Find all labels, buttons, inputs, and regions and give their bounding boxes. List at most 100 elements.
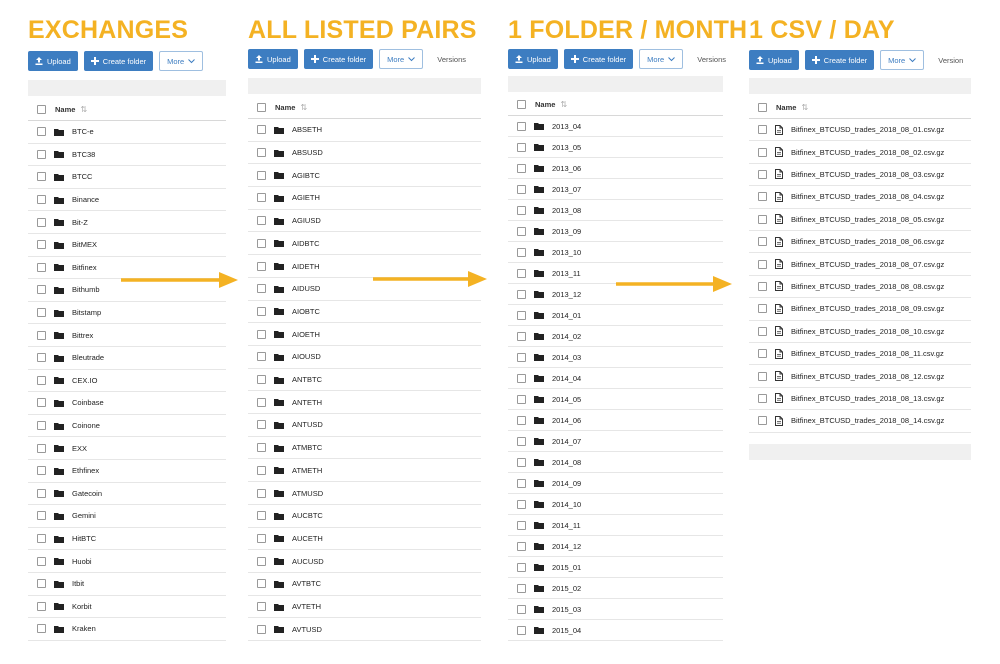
row-checkbox[interactable] bbox=[517, 331, 526, 341]
item-name[interactable]: Bitstamp bbox=[72, 308, 101, 317]
row-checkbox[interactable] bbox=[517, 604, 526, 614]
list-item[interactable]: 2013_08 bbox=[508, 200, 723, 221]
row-checkbox[interactable] bbox=[37, 443, 46, 453]
row-checkbox[interactable] bbox=[517, 226, 526, 236]
row-checkbox[interactable] bbox=[257, 284, 266, 294]
row-checkbox[interactable] bbox=[37, 488, 46, 498]
list-item[interactable]: Coinbase bbox=[28, 392, 226, 415]
list-item[interactable]: 2015_02 bbox=[508, 578, 723, 599]
item-name[interactable]: 2014_04 bbox=[552, 374, 581, 383]
list-item[interactable]: 2013_07 bbox=[508, 179, 723, 200]
versions-link[interactable]: Versions bbox=[437, 55, 466, 64]
item-name[interactable]: 2013_10 bbox=[552, 248, 581, 257]
list-item[interactable]: 2013_05 bbox=[508, 137, 723, 158]
create-folder-button[interactable]: Create folder bbox=[83, 51, 154, 71]
versions-link[interactable]: Version bbox=[938, 56, 963, 65]
sort-icon[interactable]: ⇅ bbox=[560, 100, 567, 109]
item-name[interactable]: ANTUSD bbox=[292, 420, 323, 429]
item-name[interactable]: Bitfinex_BTCUSD_trades_2018_08_01.csv.gz bbox=[791, 125, 944, 134]
row-checkbox[interactable] bbox=[758, 416, 767, 426]
row-checkbox[interactable] bbox=[517, 583, 526, 593]
item-name[interactable]: Binance bbox=[72, 195, 99, 204]
item-name[interactable]: 2013_12 bbox=[552, 290, 581, 299]
row-checkbox[interactable] bbox=[37, 217, 46, 227]
item-name[interactable]: Coinbase bbox=[72, 398, 104, 407]
item-name[interactable]: ANTBTC bbox=[292, 375, 322, 384]
row-checkbox[interactable] bbox=[257, 193, 266, 203]
list-item[interactable]: Bitfinex_BTCUSD_trades_2018_08_11.csv.gz bbox=[749, 343, 971, 366]
row-checkbox[interactable] bbox=[37, 556, 46, 566]
list-item[interactable]: Bitfinex_BTCUSD_trades_2018_08_04.csv.gz bbox=[749, 186, 971, 209]
list-item[interactable]: ABSETH bbox=[248, 119, 481, 142]
list-item[interactable]: Bitfinex_BTCUSD_trades_2018_08_07.csv.gz bbox=[749, 253, 971, 276]
item-name[interactable]: AIDBTC bbox=[292, 239, 320, 248]
list-item[interactable]: AVTBTC bbox=[248, 573, 481, 596]
list-item[interactable]: Korbit bbox=[28, 596, 226, 619]
item-name[interactable]: 2014_10 bbox=[552, 500, 581, 509]
row-checkbox[interactable] bbox=[517, 562, 526, 572]
list-item[interactable]: ANTBTC bbox=[248, 369, 481, 392]
row-checkbox[interactable] bbox=[517, 163, 526, 173]
item-name[interactable]: ATMUSD bbox=[292, 489, 323, 498]
item-name[interactable]: Bleutrade bbox=[72, 353, 104, 362]
row-checkbox[interactable] bbox=[257, 397, 266, 407]
row-checkbox[interactable] bbox=[37, 330, 46, 340]
row-checkbox[interactable] bbox=[257, 329, 266, 339]
item-name[interactable]: AVTETH bbox=[292, 602, 321, 611]
list-item[interactable]: AIOETH bbox=[248, 323, 481, 346]
list-item[interactable]: Bitfinex_BTCUSD_trades_2018_08_14.csv.gz bbox=[749, 410, 971, 433]
item-name[interactable]: 2014_08 bbox=[552, 458, 581, 467]
item-name[interactable]: Bitfinex_BTCUSD_trades_2018_08_09.csv.gz bbox=[791, 304, 944, 313]
row-checkbox[interactable] bbox=[517, 520, 526, 530]
sort-icon[interactable]: ⇅ bbox=[80, 105, 87, 114]
row-checkbox[interactable] bbox=[257, 602, 266, 612]
item-name[interactable]: AGIBTC bbox=[292, 171, 320, 180]
item-name[interactable]: 2015_01 bbox=[552, 563, 581, 572]
row-checkbox[interactable] bbox=[257, 375, 266, 385]
row-checkbox[interactable] bbox=[758, 192, 767, 202]
item-name[interactable]: AVTBTC bbox=[292, 579, 321, 588]
row-checkbox[interactable] bbox=[257, 216, 266, 226]
list-item[interactable]: Bitfinex_BTCUSD_trades_2018_08_12.csv.gz bbox=[749, 365, 971, 388]
item-name[interactable]: AIDETH bbox=[292, 262, 320, 271]
list-item[interactable]: AGIUSD bbox=[248, 210, 481, 233]
list-item[interactable]: 2014_03 bbox=[508, 347, 723, 368]
more-button[interactable]: More bbox=[880, 50, 925, 70]
row-checkbox[interactable] bbox=[37, 601, 46, 611]
item-name[interactable]: Bitfinex_BTCUSD_trades_2018_08_08.csv.gz bbox=[791, 282, 944, 291]
item-name[interactable]: Bitfinex_BTCUSD_trades_2018_08_02.csv.gz bbox=[791, 148, 944, 157]
list-item[interactable]: Bitfinex_BTCUSD_trades_2018_08_05.csv.gz bbox=[749, 209, 971, 231]
list-item[interactable]: ATMETH bbox=[248, 460, 481, 483]
row-checkbox[interactable] bbox=[758, 393, 767, 403]
row-checkbox[interactable] bbox=[257, 420, 266, 430]
item-name[interactable]: 2014_05 bbox=[552, 395, 581, 404]
item-name[interactable]: AIOBTC bbox=[292, 307, 320, 316]
more-button[interactable]: More bbox=[379, 49, 424, 69]
row-checkbox[interactable] bbox=[37, 195, 46, 205]
row-checkbox[interactable] bbox=[37, 466, 46, 476]
row-checkbox[interactable] bbox=[37, 398, 46, 408]
item-name[interactable]: Bitfinex_BTCUSD_trades_2018_08_07.csv.gz bbox=[791, 260, 944, 269]
item-name[interactable]: Ethfinex bbox=[72, 466, 99, 475]
list-item[interactable]: 2014_08 bbox=[508, 452, 723, 473]
item-name[interactable]: 2013_07 bbox=[552, 185, 581, 194]
row-checkbox[interactable] bbox=[37, 511, 46, 521]
row-checkbox[interactable] bbox=[517, 205, 526, 215]
list-item[interactable]: 2014_10 bbox=[508, 494, 723, 515]
row-checkbox[interactable] bbox=[517, 142, 526, 152]
item-name[interactable]: ANTETH bbox=[292, 398, 322, 407]
item-name[interactable]: AGIETH bbox=[292, 193, 320, 202]
item-name[interactable]: Coinone bbox=[72, 421, 100, 430]
name-column-header[interactable]: Name bbox=[55, 105, 75, 114]
list-item[interactable]: CEX.IO bbox=[28, 370, 226, 393]
row-checkbox[interactable] bbox=[517, 373, 526, 383]
item-name[interactable]: Bit-Z bbox=[72, 218, 88, 227]
item-name[interactable]: 2014_09 bbox=[552, 479, 581, 488]
list-item[interactable]: ANTETH bbox=[248, 391, 481, 415]
list-item[interactable]: EXX bbox=[28, 437, 226, 460]
list-item[interactable]: Coinone bbox=[28, 415, 226, 438]
row-checkbox[interactable] bbox=[758, 147, 767, 157]
item-name[interactable]: 2015_03 bbox=[552, 605, 581, 614]
row-checkbox[interactable] bbox=[257, 170, 266, 180]
item-name[interactable]: Bitfinex_BTCUSD_trades_2018_08_05.csv.gz bbox=[791, 215, 944, 224]
